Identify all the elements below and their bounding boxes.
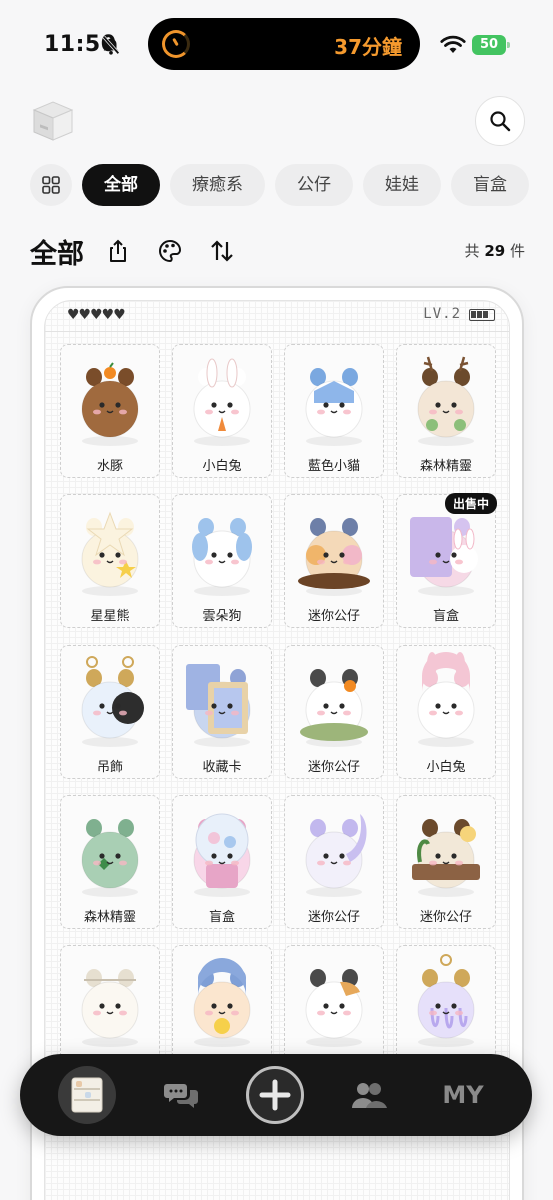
category-tabs: 全部 療癒系 公仔 娃娃 盲盒 bbox=[30, 164, 530, 206]
pouch-charm-icon bbox=[81, 969, 139, 1047]
item-label: 盲盒 bbox=[432, 609, 459, 624]
collection-item-card[interactable]: 盲盒 出售中 bbox=[396, 493, 497, 628]
gacha-machine-icon bbox=[193, 813, 251, 897]
item-label: 迷你公仔 bbox=[419, 910, 472, 925]
blind-box-icon bbox=[410, 517, 478, 596]
item-label: 收藏卡 bbox=[202, 760, 242, 775]
collectible-cards-icon bbox=[186, 664, 251, 747]
item-label: 迷你公仔 bbox=[307, 609, 360, 624]
item-label: 迷你公仔 bbox=[307, 910, 360, 925]
item-label: 藍色小貓 bbox=[307, 459, 360, 474]
nav-chat-button[interactable] bbox=[152, 1066, 210, 1124]
tab-figures[interactable]: 公仔 bbox=[275, 164, 353, 206]
item-label: 盲盒 bbox=[208, 910, 235, 925]
collection-item-card[interactable]: 小白兔 bbox=[172, 344, 272, 478]
capybara-plush-icon bbox=[81, 362, 139, 446]
collection-item-card[interactable]: 盲盒 bbox=[172, 795, 272, 929]
collection-item-card[interactable]: 森林精靈 bbox=[60, 795, 160, 929]
friends-icon bbox=[352, 1083, 387, 1108]
section-title: 全部 bbox=[30, 239, 84, 270]
collection-item-card[interactable]: 迷你公仔 bbox=[396, 795, 496, 929]
star-bear-plush-icon bbox=[81, 511, 139, 596]
device-battery-icon bbox=[469, 309, 495, 321]
divider bbox=[45, 331, 509, 332]
item-label: 雲朵狗 bbox=[202, 609, 242, 624]
tab-all[interactable]: 全部 bbox=[82, 164, 160, 206]
collection-item-card[interactable]: 藍色小貓 bbox=[284, 344, 384, 478]
sleeping-cat-plush-icon bbox=[300, 669, 368, 747]
timer-text: 37分鐘 bbox=[334, 35, 402, 59]
item-label: 森林精靈 bbox=[83, 910, 136, 925]
palette-icon[interactable] bbox=[156, 237, 184, 265]
status-bar: 11:50 37分鐘 50 bbox=[0, 0, 553, 90]
battery-indicator: 50 bbox=[472, 35, 510, 55]
app-logo-icon bbox=[32, 101, 74, 141]
item-label: 小白兔 bbox=[202, 459, 242, 474]
collection-item-card[interactable]: 水豚 bbox=[60, 344, 160, 478]
item-count: 共 29 件 bbox=[465, 240, 525, 261]
grid-icon bbox=[42, 176, 60, 194]
collection-item-card[interactable]: 迷你公仔 bbox=[284, 494, 384, 628]
search-icon bbox=[490, 111, 511, 132]
item-label: 水豚 bbox=[96, 459, 123, 474]
count-suffix: 件 bbox=[509, 242, 525, 260]
collection-item-card[interactable]: 迷你公仔 bbox=[284, 795, 384, 929]
for-sale-badge: 出售中 bbox=[444, 493, 497, 514]
grid-view-button[interactable] bbox=[30, 164, 72, 206]
count-prefix: 共 bbox=[464, 242, 480, 260]
cabinet-icon bbox=[71, 1077, 103, 1113]
sort-icon[interactable] bbox=[208, 237, 236, 265]
mini-figures-icon bbox=[298, 518, 370, 596]
dynamic-island[interactable]: 37分鐘 bbox=[148, 18, 420, 70]
jellyfish-charm-icon bbox=[417, 954, 475, 1047]
cloud-dog-plush-icon bbox=[192, 518, 252, 596]
item-label: 吊飾 bbox=[96, 760, 123, 775]
timer-icon bbox=[162, 30, 190, 58]
collection-item-card[interactable]: 小白兔 bbox=[396, 645, 496, 779]
tab-blind-box[interactable]: 盲盒 bbox=[451, 164, 529, 206]
collection-item-card[interactable]: 雲朵狗 bbox=[172, 494, 272, 628]
blue-cat-plush-icon bbox=[305, 368, 363, 446]
bunny-plush-icon bbox=[193, 358, 251, 446]
tab-dolls[interactable]: 娃娃 bbox=[363, 164, 441, 206]
nav-friends-button[interactable] bbox=[340, 1066, 398, 1124]
collection-item-card[interactable]: 吊飾 bbox=[60, 645, 160, 779]
pink-bunny-plush-icon bbox=[417, 652, 475, 747]
bottom-nav: MY bbox=[20, 1054, 532, 1136]
wifi-icon bbox=[440, 35, 466, 53]
calico-cat-plush-icon bbox=[305, 969, 363, 1047]
tab-healing[interactable]: 療癒系 bbox=[170, 164, 265, 206]
hearts-indicator: ♥♥♥♥♥ bbox=[67, 307, 126, 323]
bell-muted-icon bbox=[102, 35, 120, 55]
item-label: 迷你公仔 bbox=[307, 760, 360, 775]
collection-item-card[interactable]: 迷你公仔 bbox=[284, 645, 384, 779]
search-button[interactable] bbox=[475, 96, 525, 146]
forest-spirit-plush-icon bbox=[417, 356, 475, 446]
share-icon[interactable] bbox=[104, 237, 132, 265]
green-forest-plush-icon bbox=[81, 819, 139, 897]
keychain-charms-icon bbox=[81, 656, 144, 747]
chat-bubbles-icon bbox=[164, 1084, 198, 1108]
collection-item-card[interactable]: 森林精靈 bbox=[396, 344, 496, 478]
count-number: 29 bbox=[484, 242, 506, 260]
fox-figure-icon bbox=[305, 814, 367, 897]
item-label: 森林精靈 bbox=[419, 459, 472, 474]
collection-item-card[interactable]: 星星熊 bbox=[60, 494, 160, 628]
nav-collection-button[interactable] bbox=[58, 1066, 116, 1124]
collection-item-card[interactable]: 收藏卡 bbox=[172, 645, 272, 779]
plus-icon bbox=[259, 1079, 291, 1111]
level-indicator: LV.2 bbox=[423, 306, 461, 322]
cat-diorama-icon bbox=[412, 819, 480, 897]
item-label: 星星熊 bbox=[90, 609, 130, 624]
shark-hood-figure-icon bbox=[193, 958, 251, 1047]
item-label: 小白兔 bbox=[426, 760, 466, 775]
nav-add-button[interactable] bbox=[246, 1066, 304, 1124]
nav-my-button[interactable]: MY bbox=[434, 1066, 492, 1124]
